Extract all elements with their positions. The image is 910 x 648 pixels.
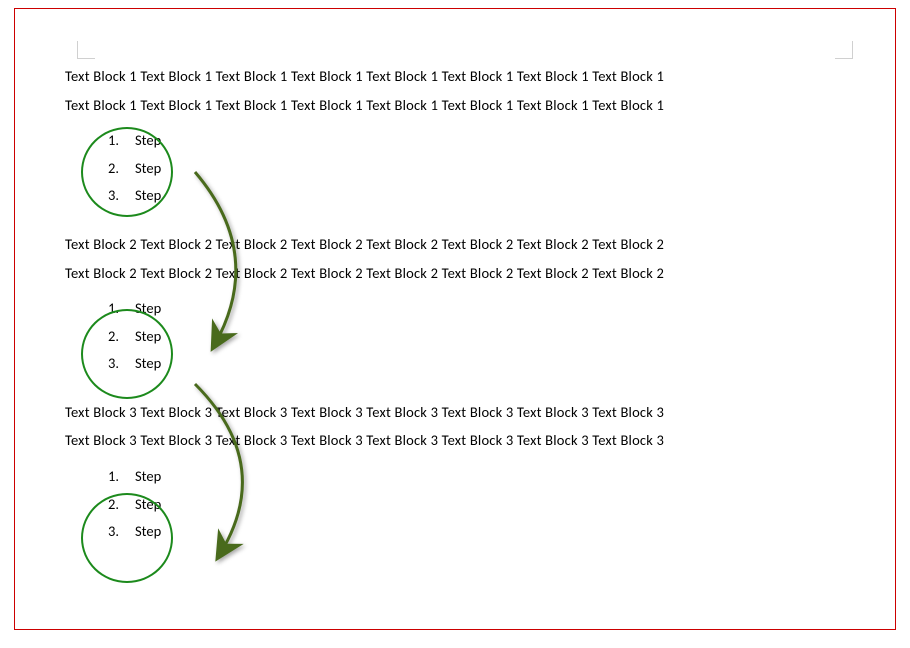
list-item: 3.Step	[103, 350, 865, 378]
document-canvas: Text Block 1 Text Block 1 Text Block 1 T…	[14, 8, 896, 630]
text-block-2-line2: Text Block 2 Text Block 2 Text Block 2 T…	[65, 261, 865, 286]
list-item: 2.Step	[103, 491, 865, 519]
circle-annotation-3	[81, 493, 173, 583]
list-item: 1. Step	[103, 463, 865, 491]
list-item: 2.Step	[103, 155, 865, 183]
text-block-3-line2: Text Block 3 Text Block 3 Text Block 3 T…	[65, 428, 865, 453]
list-item: 1.Step	[103, 127, 865, 155]
text-block-3-line1: Text Block 3 Text Block 3 Text Block 3 T…	[65, 400, 865, 425]
page-content: Text Block 1 Text Block 1 Text Block 1 T…	[65, 34, 865, 546]
steps-list-2: 1.Step 2.Step 3.Step	[103, 295, 865, 378]
list-item: 3.Step	[103, 182, 865, 210]
list-item: 3.Step	[103, 518, 865, 546]
text-block-1-line1: Text Block 1 Text Block 1 Text Block 1 T…	[65, 64, 865, 89]
circle-annotation-2	[81, 309, 173, 399]
steps-list-1: 1.Step 2.Step 3.Step	[103, 127, 865, 210]
text-block-2-line1: Text Block 2 Text Block 2 Text Block 2 T…	[65, 232, 865, 257]
step-label: Step	[135, 463, 161, 491]
list-item: 1.Step	[103, 295, 865, 323]
circle-annotation-1	[81, 127, 173, 217]
steps-list-3: 1. Step 2.Step 3.Step	[103, 463, 865, 546]
text-block-1-line2: Text Block 1 Text Block 1 Text Block 1 T…	[65, 93, 865, 118]
step-number: 1.	[103, 463, 119, 491]
list-item: 2.Step	[103, 323, 865, 351]
